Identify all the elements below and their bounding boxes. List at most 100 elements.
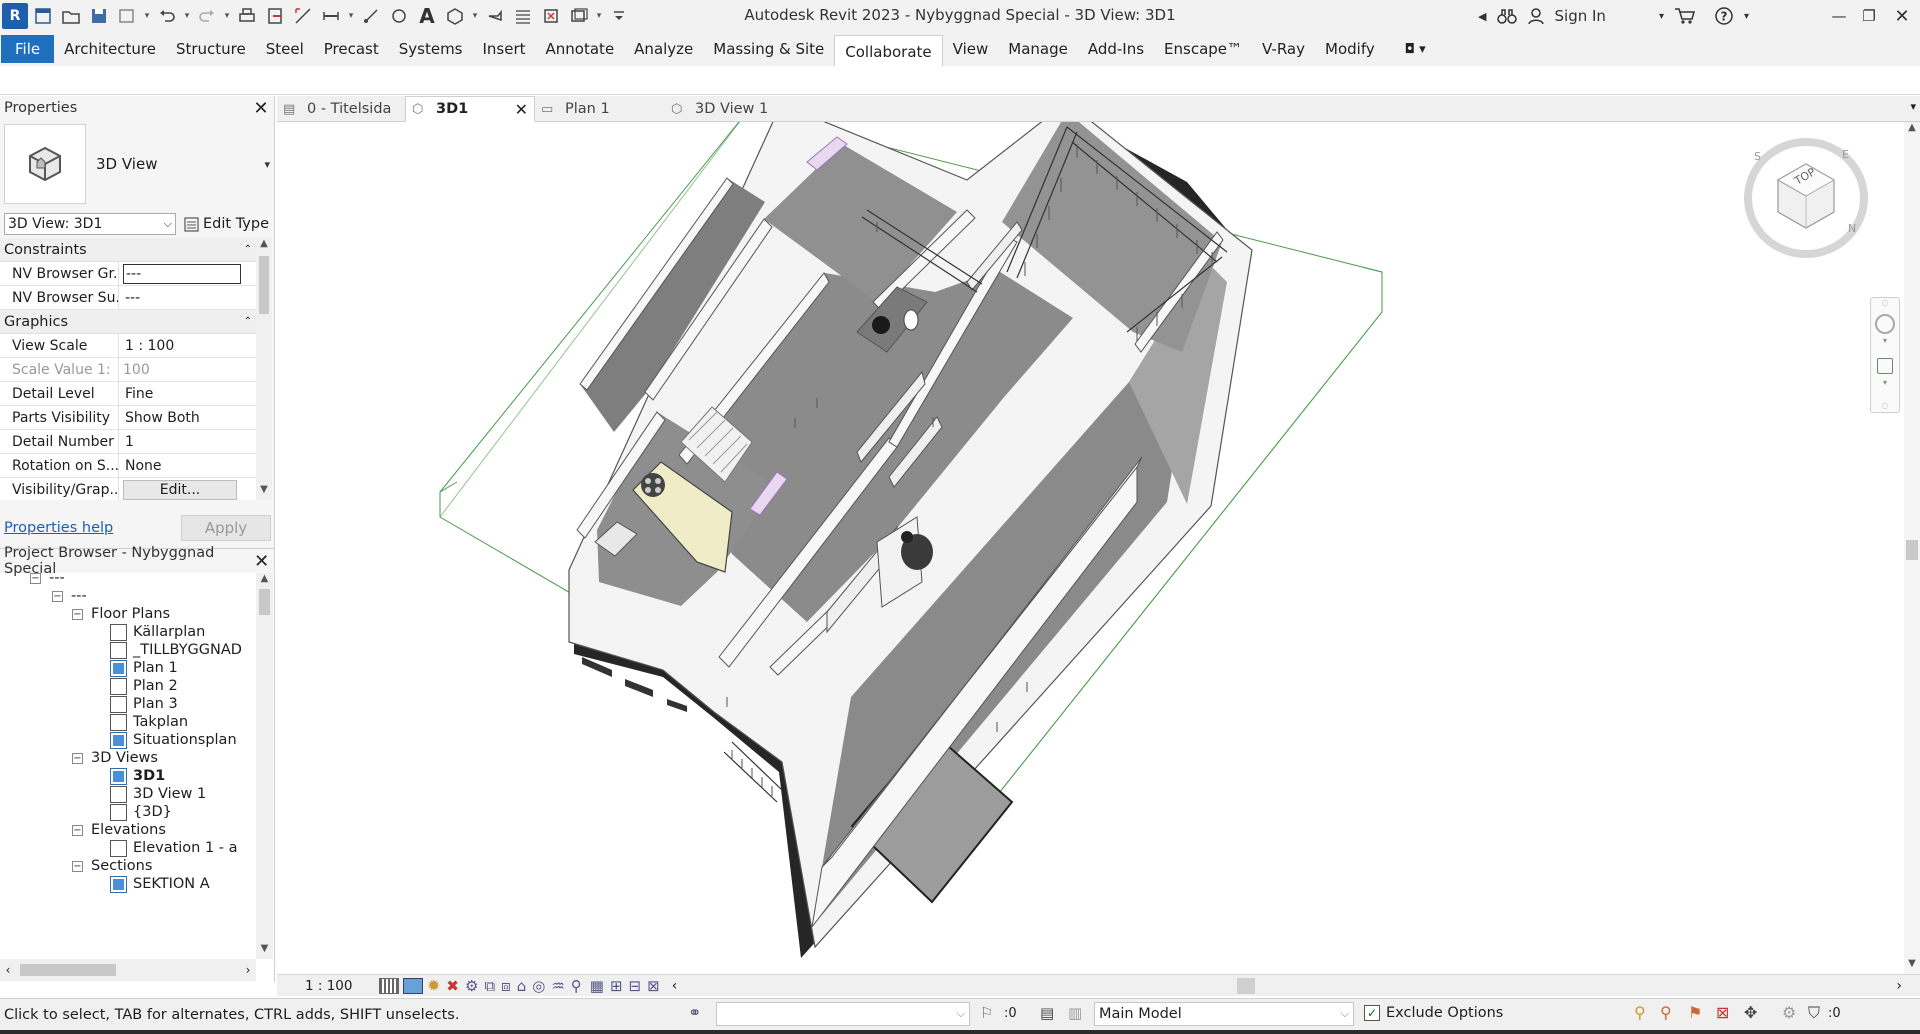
scroll-thumb[interactable] [20,964,116,976]
sun-path-icon[interactable]: ✹ [427,976,440,995]
scroll-down-icon[interactable]: ▼ [256,943,273,959]
collapse-category-icon[interactable]: ⌃ [244,244,252,255]
view-tab-0-titelsida[interactable]: ▤ 0 - Titelsida [277,96,405,122]
zoom-icon[interactable] [1877,358,1893,374]
view-tab-plan-1[interactable]: ▭ Plan 1 [535,96,665,122]
unlocked-3d-view-icon[interactable]: ⌂ [517,977,527,995]
view-vertical-scrollbar[interactable]: ▲ ▼ [1904,122,1920,974]
active-workset-dropdown[interactable]: ⌵ [716,1002,970,1026]
info-center-expand-icon[interactable]: ◀ [1473,0,1491,32]
type-dropdown-icon[interactable]: ▾ [264,158,270,171]
ribbon-tab-systems[interactable]: Systems [389,35,473,63]
scroll-thumb[interactable] [259,589,270,615]
view-horizontal-scroll-thumb[interactable] [1237,977,1256,994]
property-value[interactable]: Edit... [119,478,256,500]
ribbon-tab-v-ray[interactable]: V-Ray [1252,35,1315,63]
view-tabs-menu-icon[interactable]: ▾ [1910,100,1916,113]
compass-e-label[interactable]: E [1842,148,1849,161]
sign-in-dropdown-icon[interactable]: ▾ [1654,0,1669,32]
scroll-up-icon[interactable]: ▲ [1904,122,1920,138]
close-properties-icon[interactable]: ✕ [252,98,270,119]
browser-horizontal-scrollbar[interactable]: ‹ › [0,959,256,981]
ribbon-tab-architecture[interactable]: Architecture [54,35,166,63]
rendering-dialog-icon[interactable]: ⚙ [465,977,478,995]
shadows-icon[interactable]: ✖ [446,977,459,995]
highlight-displacement-icon[interactable]: ⊟ [629,977,642,995]
design-option-dropdown[interactable]: Main Model ⌵ [1094,1002,1354,1026]
instance-selector[interactable]: 3D View: 3D1 ⌵ [4,213,176,235]
ribbon-tab-steel[interactable]: Steel [256,35,314,63]
edit-type-button[interactable]: Edit Type [184,216,269,232]
switch-windows-icon[interactable] [566,3,592,29]
ribbon-tab-manage[interactable]: Manage [998,35,1078,63]
redo-dropdown-icon[interactable]: ▾ [222,11,232,21]
tag-by-category-icon[interactable] [386,3,412,29]
select-pinned-icon[interactable]: ⚑ [1688,1003,1702,1022]
zoom-dropdown-icon[interactable]: ▾ [1871,378,1899,387]
scroll-left-icon[interactable]: ‹ [672,978,678,994]
minimize-button[interactable]: — [1824,0,1854,32]
type-selector[interactable]: 3D View ▾ [4,124,270,204]
dimension-dropdown-icon[interactable]: ▾ [346,11,356,21]
view-scale[interactable]: 1 : 100 [305,978,375,994]
property-value[interactable]: --- [119,286,256,309]
property-category[interactable]: Constraints ⌃ [0,238,256,262]
detail-level-icon[interactable] [379,977,399,994]
collapse-toggle-icon[interactable]: − [72,608,83,620]
collapse-toggle-icon[interactable]: − [72,824,83,836]
close-hidden-windows-icon[interactable] [538,3,564,29]
collapse-toggle-icon[interactable]: − [30,573,41,584]
3d-viewport[interactable]: TOP S E N ◌ ▾ ▾ ◌ [277,122,1904,974]
property-value[interactable]: Show Both [119,406,256,429]
select-underlay-icon[interactable]: ⚲ [1660,1003,1672,1022]
crop-view-icon[interactable]: ⧉ [484,977,495,995]
select-by-face-icon[interactable]: ⊠ [1716,1003,1729,1022]
sync-dropdown-icon[interactable]: ▾ [142,11,152,21]
help-icon[interactable]: ? [1709,0,1739,32]
cart-icon[interactable] [1669,0,1701,32]
steering-wheel-dropdown-icon[interactable]: ▾ [1871,336,1899,345]
temporary-hide-icon[interactable]: ◎ [532,977,545,995]
exclude-options-checkbox[interactable]: ✓ Exclude Options [1364,1005,1503,1021]
property-value[interactable]: 100 [119,358,256,381]
sign-in-button[interactable]: Sign In [1550,0,1654,32]
browser-view-item[interactable]: SEKTION A [110,873,210,895]
ribbon-tab-structure[interactable]: Structure [166,35,256,63]
select-links-icon[interactable]: ⚲ [1634,1003,1646,1022]
ribbon-tab-analyze[interactable]: Analyze [624,35,703,63]
ribbon-tab-add-ins[interactable]: Add-Ins [1078,35,1154,63]
worksets-icon[interactable]: ⚭ [688,1003,701,1022]
editable-only-icon[interactable]: ⚐ [980,1004,993,1022]
view-tab-3d1[interactable]: ⬡ 3D1 ✕ [405,96,535,122]
collapse-toggle-icon[interactable]: − [72,752,83,764]
properties-help-link[interactable]: Properties help [4,520,113,536]
open-icon[interactable] [58,3,84,29]
restore-button[interactable]: ❐ [1854,0,1884,32]
temporary-view-properties-icon[interactable]: ▦ [590,977,604,995]
filter-icon[interactable]: ⛉ [1808,1003,1820,1023]
aligned-dimension-icon[interactable] [318,3,344,29]
default-3d-view-icon[interactable] [442,3,468,29]
3d-view-dropdown-icon[interactable]: ▾ [470,11,480,21]
switch-windows-dropdown-icon[interactable]: ▾ [594,11,604,21]
pick-design-option-icon[interactable]: ▥ [1068,1004,1082,1022]
scroll-thumb[interactable] [259,256,269,314]
home-icon[interactable] [30,3,56,29]
view-tab-3d-view-1[interactable]: ⬡ 3D View 1 [665,96,845,122]
ribbon-tab-collaborate[interactable]: Collaborate [834,35,943,67]
collapse-toggle-icon[interactable]: − [52,590,63,602]
drag-on-selection-icon[interactable]: ✥ [1744,1003,1757,1022]
collapse-toggle-icon[interactable]: − [72,860,83,872]
worksharing-display-icon[interactable]: ⚲ [571,977,582,995]
scroll-down-icon[interactable]: ▼ [1904,958,1920,974]
close-window-button[interactable]: ✕ [1884,0,1920,32]
binoculars-icon[interactable] [1492,0,1522,32]
property-input[interactable]: --- [123,263,241,284]
contextual-tab-toggle-icon[interactable]: ◘ ▾ [1395,35,1436,63]
scroll-up-icon[interactable]: ▲ [256,238,272,254]
design-options-icon[interactable]: ▤ [1040,1004,1054,1022]
reveal-constraints-icon[interactable]: ⊠ [647,977,660,995]
exclude-options-check-icon[interactable]: ✓ [1364,1005,1380,1021]
revit-app-menu-icon[interactable]: R [2,3,28,29]
visual-style-icon[interactable] [403,977,423,994]
